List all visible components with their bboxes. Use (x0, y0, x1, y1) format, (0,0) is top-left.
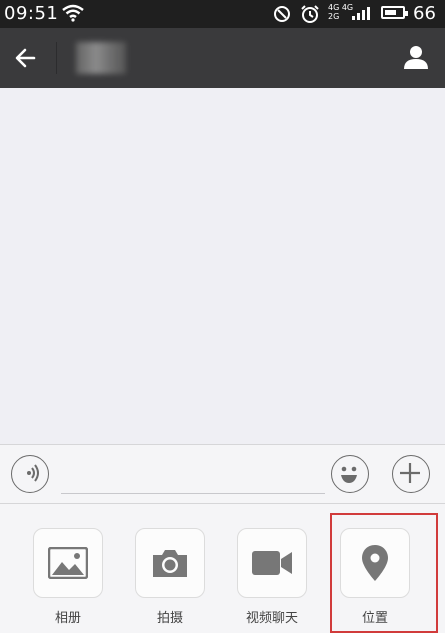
signal-icon (352, 5, 374, 25)
do-not-disturb-icon (272, 4, 292, 28)
status-bar: 09:51 4G 4G 2G 66 (0, 0, 445, 28)
battery-percent: 66 (413, 3, 436, 24)
input-bar (0, 444, 445, 504)
network-top-label: 4G 4G (328, 3, 354, 12)
album-label: 相册 (54, 611, 81, 626)
emoji-button[interactable] (331, 455, 369, 493)
voice-input-button[interactable] (11, 455, 49, 493)
camera-icon (153, 550, 187, 577)
battery-icon (381, 6, 408, 19)
camera-tool[interactable]: 拍摄 (135, 528, 205, 626)
chat-message-area[interactable] (0, 88, 445, 444)
selection-highlight (330, 513, 438, 633)
video-chat-tool[interactable]: 视频聊天 (237, 528, 307, 626)
more-options-button[interactable] (392, 455, 430, 493)
battery-fill (385, 10, 396, 15)
camera-label: 拍摄 (156, 611, 183, 626)
video-chat-label: 视频聊天 (245, 611, 298, 626)
video-icon (252, 551, 292, 575)
album-tile[interactable] (33, 528, 103, 598)
message-input[interactable] (61, 461, 325, 494)
wifi-icon (62, 4, 84, 26)
status-time: 09:51 (4, 3, 59, 24)
back-arrow-icon[interactable] (12, 44, 40, 72)
chat-title[interactable] (76, 42, 126, 74)
album-tool[interactable]: 相册 (33, 528, 103, 626)
profile-icon[interactable] (403, 44, 429, 70)
camera-tile[interactable] (135, 528, 205, 598)
blurred-contact-name (76, 42, 126, 74)
photo-icon (48, 547, 88, 579)
video-chat-tile[interactable] (237, 528, 307, 598)
title-divider (56, 42, 57, 74)
alarm-clock-icon (300, 4, 320, 28)
network-indicator: 4G 4G 2G (328, 3, 353, 21)
network-bottom-label: 2G (328, 12, 340, 21)
title-bar (0, 28, 445, 88)
